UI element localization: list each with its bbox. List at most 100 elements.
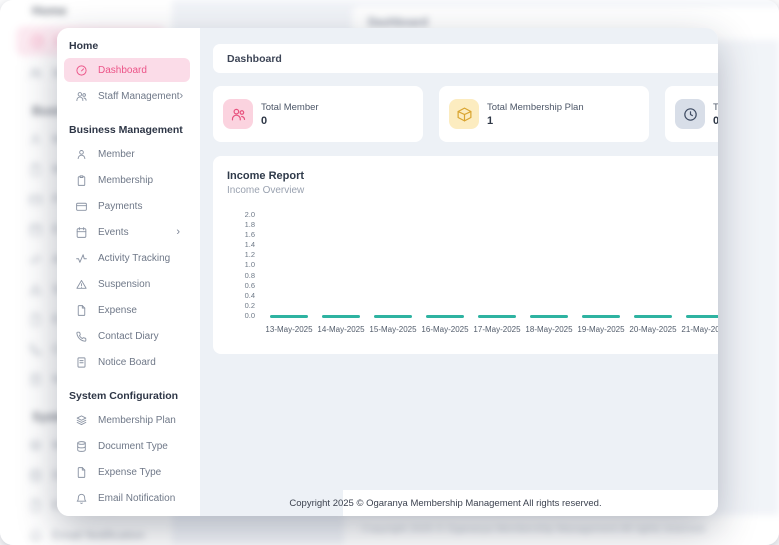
sidebar-item-label: Membership Plan: [98, 415, 176, 426]
y-tick-label: 1.8: [245, 220, 255, 229]
expense-type-icon: [75, 466, 88, 479]
x-tick-label: 21-May-2025: [681, 325, 718, 334]
sidebar-item-label: Activity Tracking: [98, 253, 170, 264]
stat-card-total-membership-plan: Total Membership Plan 1: [439, 86, 649, 142]
stat-text: Total Membership Plan 1: [487, 102, 584, 127]
page-title: Dashboard: [227, 53, 282, 65]
sidebar-item-membership[interactable]: Membership ›: [64, 167, 190, 193]
x-tick-label: 14-May-2025: [317, 325, 364, 334]
stat-cards-row: Total Member 0 Total Membership Plan 1 T…: [213, 86, 718, 142]
sidebar-item-expense-type[interactable]: Expense Type ›: [64, 459, 190, 485]
x-tick-label: 16-May-2025: [421, 325, 468, 334]
stat-value: 0: [261, 115, 319, 127]
sidebar-item-events[interactable]: Events ›: [64, 219, 190, 245]
main-area: Dashboard Total Member 0 Total Membershi…: [200, 28, 718, 516]
sidebar-item-label: Membership: [98, 175, 153, 186]
sidebar-section-header: Business Management: [64, 124, 190, 141]
sidebar-item-label: Events: [98, 227, 129, 238]
stat-card-t: T 0: [665, 86, 718, 142]
chart-bar-area: [582, 210, 620, 320]
sidebar-item-dashboard[interactable]: Dashboard ›: [64, 58, 190, 82]
x-tick-label: 15-May-2025: [369, 325, 416, 334]
payments-icon: [75, 200, 88, 213]
sidebar-item-contact-diary[interactable]: Contact Diary ›: [64, 323, 190, 349]
chart-category-slot: 14-May-2025: [315, 210, 367, 334]
sidebar-item-label: Suspension: [98, 279, 150, 290]
y-tick-label: 0.0: [245, 311, 255, 320]
chart-y-axis: 2.01.81.61.41.21.00.80.60.40.20.0: [227, 210, 255, 320]
chevron-right-icon: ›: [180, 91, 186, 102]
sidebar-item-label: Member: [98, 149, 135, 160]
y-tick-label: 2.0: [245, 210, 255, 219]
footer-text: Copyright 2025 © Ogaranya Membership Man…: [289, 498, 601, 509]
sidebar: Home Dashboard › Staff Management › Busi…: [57, 28, 200, 516]
sidebar-item-label: Email Notification: [98, 493, 175, 504]
x-tick-label: 20-May-2025: [629, 325, 676, 334]
y-tick-label: 1.6: [245, 230, 255, 239]
sidebar-item-label: Expense: [98, 305, 137, 316]
sidebar-item-activity-tracking[interactable]: Activity Tracking ›: [64, 245, 190, 271]
x-tick-label: 17-May-2025: [473, 325, 520, 334]
chart-bar-area: [634, 210, 672, 320]
chart-bar: [322, 315, 360, 318]
page-titlebar: Dashboard: [213, 44, 718, 73]
sidebar-item-label: Staff Management: [98, 91, 180, 102]
sidebar-item-label: Notice Board: [98, 357, 156, 368]
y-tick-label: 1.2: [245, 250, 255, 259]
x-tick-label: 19-May-2025: [577, 325, 624, 334]
sidebar-item-payments[interactable]: Payments ›: [64, 193, 190, 219]
chart-bar-area: [478, 210, 516, 320]
sidebar-item-suspension[interactable]: Suspension ›: [64, 271, 190, 297]
sidebar-item-staff-management[interactable]: Staff Management ›: [64, 83, 190, 109]
sidebar-section-header: System Configuration: [64, 390, 190, 407]
chart-bar-area: [270, 210, 308, 320]
chart-category-slot: 16-May-2025: [419, 210, 471, 334]
chart-bar-area: [530, 210, 568, 320]
suspension-icon: [75, 278, 88, 291]
sidebar-item-notice-board[interactable]: Notice Board ›: [64, 349, 190, 375]
sidebar-item-email-notification[interactable]: Email Notification ›: [64, 485, 190, 511]
chart-category-slot: 19-May-2025: [575, 210, 627, 334]
sidebar-item-expense[interactable]: Expense ›: [64, 297, 190, 323]
chart-subtitle: Income Overview: [227, 185, 718, 196]
chart-bar-area: [322, 210, 360, 320]
income-report-card: Income Report Income Overview 2.01.81.61…: [213, 156, 718, 354]
chart-bar-area: [374, 210, 412, 320]
chart-bar: [582, 315, 620, 318]
package-icon: [449, 99, 479, 129]
sidebar-section: System Configuration Membership Plan › D…: [64, 390, 190, 511]
x-tick-label: 18-May-2025: [525, 325, 572, 334]
document-icon: [75, 440, 88, 453]
contact-icon: [75, 330, 88, 343]
main-content: Dashboard Total Member 0 Total Membershi…: [200, 28, 718, 354]
x-tick-label: 13-May-2025: [265, 325, 312, 334]
chart-bar: [426, 315, 464, 318]
y-tick-label: 0.8: [245, 271, 255, 280]
income-chart: 2.01.81.61.41.21.00.80.60.40.20.0 13-May…: [227, 210, 718, 334]
chart-category-slot: 17-May-2025: [471, 210, 523, 334]
sidebar-item-membership-plan[interactable]: Membership Plan ›: [64, 407, 190, 433]
sidebar-section-header: Home: [64, 40, 190, 57]
plan-icon: [75, 414, 88, 427]
sidebar-item-label: Dashboard: [98, 65, 147, 76]
notice-icon: [75, 356, 88, 369]
chart-category-slot: 15-May-2025: [367, 210, 419, 334]
members-icon: [223, 99, 253, 129]
app-window: Dashboard 0 Copyright 2025 © Ogaranya Me…: [0, 0, 779, 545]
member-icon: [75, 148, 88, 161]
chart-category-slot: 20-May-2025: [627, 210, 679, 334]
sidebar-item-label: Contact Diary: [98, 331, 159, 342]
events-icon: [75, 226, 88, 239]
sidebar-section-items: Membership Plan › Document Type › Expens…: [64, 407, 190, 511]
stat-label: Total Member: [261, 102, 319, 113]
sidebar-section-items: Member › Membership › Payments › Events …: [64, 141, 190, 375]
stat-label: Total Membership Plan: [487, 102, 584, 113]
sidebar-item-label: Document Type: [98, 441, 168, 452]
stat-card-total-member: Total Member 0: [213, 86, 423, 142]
chevron-right-icon: ›: [176, 227, 182, 238]
chart-bar: [270, 315, 308, 318]
chart-category-slot: 18-May-2025: [523, 210, 575, 334]
sidebar-item-label: Expense Type: [98, 467, 161, 478]
sidebar-item-member[interactable]: Member ›: [64, 141, 190, 167]
sidebar-item-document-type[interactable]: Document Type ›: [64, 433, 190, 459]
